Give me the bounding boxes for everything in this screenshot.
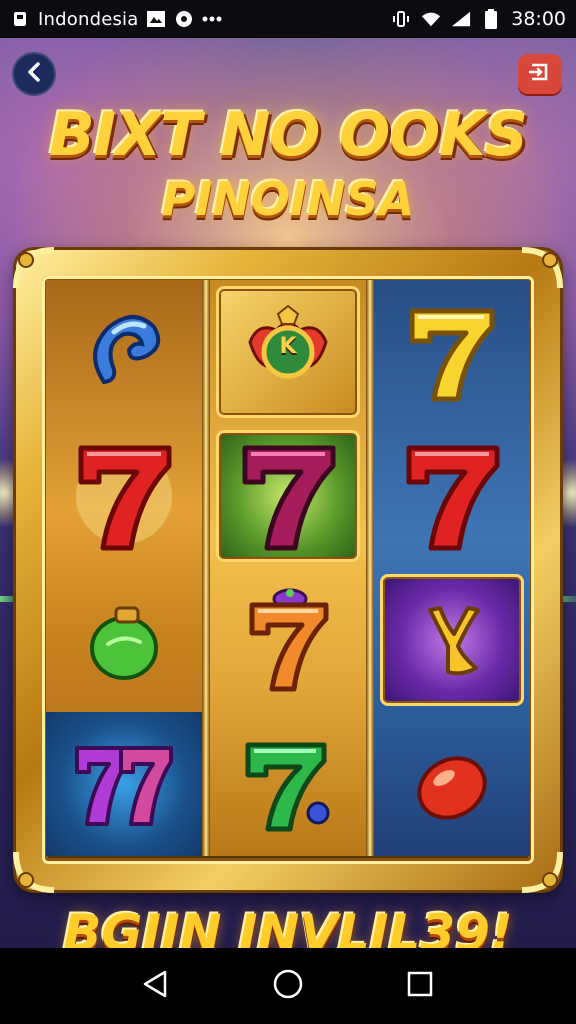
symbol-red-oval-gem <box>374 712 530 856</box>
exit-button[interactable] <box>518 54 562 94</box>
nav-recents-button[interactable] <box>396 962 444 1010</box>
symbol-green-seven <box>210 712 366 856</box>
vibrate-icon <box>391 9 411 29</box>
symbol-blue-swirl-gem <box>46 280 202 424</box>
notification-icon <box>10 9 30 29</box>
frame-corner-ornament <box>518 848 564 894</box>
chevron-left-icon <box>25 61 43 87</box>
reel-2: K <box>210 280 366 856</box>
battery-icon <box>481 9 501 29</box>
nav-back-button[interactable] <box>132 962 180 1010</box>
signal-icon <box>451 9 471 29</box>
reel-1 <box>46 280 202 856</box>
reel-window: K <box>42 276 534 864</box>
symbol-crown-k-emblem: K <box>210 280 366 424</box>
status-bar: Indondesia 38:00 <box>0 0 576 38</box>
exit-icon <box>528 62 552 86</box>
symbol-orange-seven <box>210 568 366 712</box>
symbol-purple-seven <box>210 424 366 568</box>
square-recents-icon <box>406 970 434 1002</box>
symbol-red-seven <box>374 424 530 568</box>
symbol-green-leaf-gem <box>46 568 202 712</box>
reel-divider <box>202 280 210 856</box>
clock: 38:00 <box>511 8 566 30</box>
reel-3 <box>374 280 530 856</box>
chat-icon <box>174 9 194 29</box>
game-title: BIXT NO OOKS <box>49 100 528 170</box>
reel-divider <box>366 280 374 856</box>
game-subtitle: PINOINSA <box>161 172 415 226</box>
slot-game-screen: BIXT NO OOKS PINOINSA K BGIIN INVLIL39! <box>0 38 576 948</box>
promo-banner: BGIIN INVLIL39! <box>63 904 513 948</box>
wifi-icon <box>421 9 441 29</box>
symbol-purple-seven <box>46 712 202 856</box>
frame-corner-ornament <box>518 246 564 292</box>
carrier-name: Indondesia <box>38 8 139 30</box>
symbol-red-seven <box>46 424 202 568</box>
circle-home-icon <box>272 968 304 1004</box>
frame-corner-ornament <box>12 848 58 894</box>
triangle-back-icon <box>141 969 171 1003</box>
system-nav-bar <box>0 948 576 1024</box>
symbol-slingshot-emblem <box>374 568 530 712</box>
image-icon <box>146 9 166 29</box>
more-icon <box>202 9 222 29</box>
reel-frame: K <box>13 247 563 893</box>
symbol-yellow-seven <box>374 280 530 424</box>
frame-corner-ornament <box>12 246 58 292</box>
back-button[interactable] <box>12 52 56 96</box>
emblem-letter: K <box>279 334 297 359</box>
nav-home-button[interactable] <box>264 962 312 1010</box>
